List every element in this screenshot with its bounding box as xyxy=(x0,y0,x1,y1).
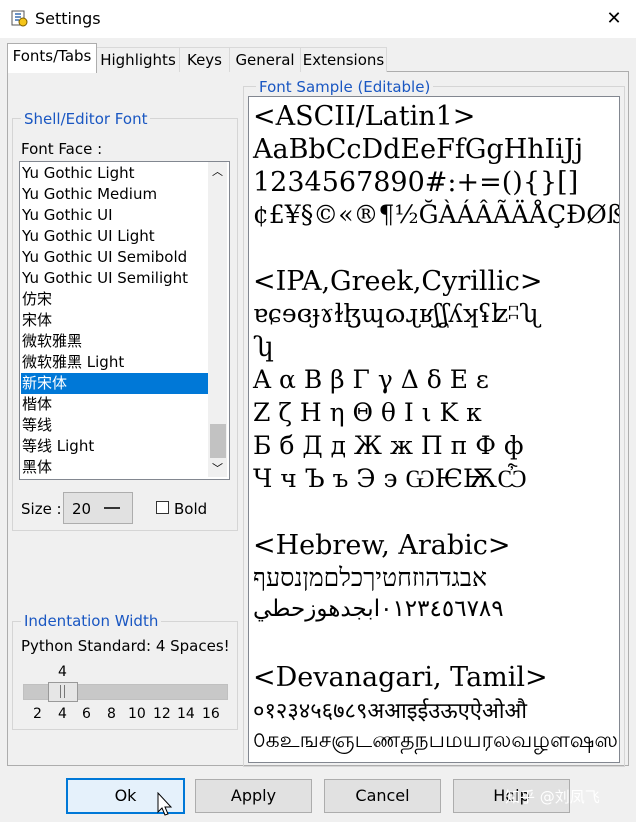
sample-line: Ч ч Ъ ъ Э э ѠѤѬѼ xyxy=(253,464,528,493)
sample-line: ٠١٢٣٤٥٦٧٨٩ابجدهوزحطي xyxy=(253,596,504,622)
indent-note: Python Standard: 4 Spaces! xyxy=(21,637,230,655)
indent-tick-label: 16 xyxy=(202,706,220,722)
sample-line: ௦கஉஙசஞடணதநபமயரலவழளஷஸ xyxy=(253,728,619,753)
indent-tick-label: 8 xyxy=(107,706,116,722)
sample-line: Ζ ζ Η η Θ θ Ι ι Κ κ xyxy=(253,398,482,427)
indent-tick-label: 12 xyxy=(153,706,171,722)
sample-line: Α α Β β Γ γ Δ δ Ε ε xyxy=(253,365,489,394)
sample-line: <Hebrew, Arabic> xyxy=(253,530,511,561)
tab-highlights[interactable]: Highlights xyxy=(96,47,180,72)
font-list-item[interactable]: Yu Gothic UI Light xyxy=(21,226,209,247)
sample-title: Font Sample (Editable) xyxy=(256,78,434,96)
tab-extensions[interactable]: Extensions xyxy=(300,47,387,72)
sample-line: <IPA,Greek,Cyrillic> xyxy=(253,266,543,297)
apply-button[interactable]: Apply xyxy=(195,779,312,813)
sample-line: ¢£¥§©«®¶½ĞÀÁÂÃÄÅÇÐØß xyxy=(253,200,620,229)
font-list-item[interactable]: Yu Gothic Light xyxy=(21,163,209,184)
tab-keys[interactable]: Keys xyxy=(179,47,230,72)
font-list-item[interactable]: Yu Gothic UI Semibold xyxy=(21,247,209,268)
sample-line: ɐɕɘɞɟɤɫɮɰɷɻʁʃʆʎʞʢʫʭʯ xyxy=(253,299,539,328)
indent-slider-thumb[interactable] xyxy=(48,682,78,702)
mouse-cursor-icon xyxy=(157,792,173,816)
size-label: Size : xyxy=(21,500,62,518)
sample-line: אבגדהוזחטיךכלםמןנסעף xyxy=(253,563,487,592)
indent-tick-label: 6 xyxy=(82,706,91,722)
font-list-item[interactable]: 微软雅黑 xyxy=(21,331,209,352)
font-list-item[interactable]: 等线 xyxy=(21,415,209,436)
font-list-item[interactable]: 等线 Light xyxy=(21,436,209,457)
font-sample-text[interactable]: <ASCII/Latin1> AaBbCcDdEeFfGgHhIiJj 1234… xyxy=(248,96,620,763)
font-face-label: Font Face : xyxy=(21,140,103,158)
dropdown-bar-icon xyxy=(104,507,120,509)
font-size-value: 20 xyxy=(72,500,92,518)
sample-line: <ASCII/Latin1> xyxy=(253,101,476,132)
font-list-item-selected[interactable]: 新宋体 xyxy=(21,373,209,394)
python-feather-icon xyxy=(11,10,28,27)
sample-line: AaBbCcDdEeFfGgHhIiJj xyxy=(253,134,584,165)
bold-checkbox[interactable] xyxy=(156,501,169,514)
tab-general[interactable]: General xyxy=(229,47,301,72)
scrollbar-thumb[interactable] xyxy=(210,424,226,458)
indent-tick-label: 4 xyxy=(58,706,67,722)
font-group-title: Shell/Editor Font xyxy=(21,110,151,128)
indent-tick-label: 10 xyxy=(128,706,146,722)
font-list-item[interactable]: 微软雅黑 Light xyxy=(21,352,209,373)
font-list-item[interactable]: 宋体 xyxy=(21,310,209,331)
sample-line: ०१२३४५६७८९अआइईउऊएऐओऔ xyxy=(253,699,527,724)
indent-tick-label: 2 xyxy=(33,706,42,722)
sample-line: <Devanagari, Tamil> xyxy=(253,662,548,693)
cancel-button[interactable]: Cancel xyxy=(324,779,441,813)
scroll-down-icon[interactable]: ﹀ xyxy=(208,460,227,476)
font-list-item[interactable]: 黑体 xyxy=(21,457,209,478)
sample-line: 1234567890#:+=(){}[] xyxy=(253,167,579,198)
sample-line: ʮ xyxy=(253,332,275,363)
font-list-item[interactable]: Yu Gothic Medium xyxy=(21,184,209,205)
scroll-up-icon[interactable]: ︿ xyxy=(208,163,227,179)
indent-group-title: Indentation Width xyxy=(21,612,162,630)
font-list-item[interactable]: 楷体 xyxy=(21,394,209,415)
font-list-item[interactable]: Yu Gothic UI xyxy=(21,205,209,226)
watermark-text: 知乎 @刘凤飞 xyxy=(505,788,600,806)
font-list-item[interactable]: 仿宋 xyxy=(21,289,209,310)
window-title: Settings xyxy=(35,9,101,28)
indent-tick-label: 14 xyxy=(177,706,195,722)
sample-line: Б б Д д Ж ж П п Ф ф xyxy=(253,431,524,460)
font-list-item[interactable]: Yu Gothic UI Semilight xyxy=(21,268,209,289)
font-face-list[interactable]: Yu Gothic Light Yu Gothic Medium Yu Goth… xyxy=(19,161,230,480)
close-icon[interactable]: ✕ xyxy=(600,6,628,32)
indent-current-value: 4 xyxy=(58,664,67,680)
bold-label: Bold xyxy=(174,500,208,518)
tab-fonts-tabs[interactable]: Fonts/Tabs xyxy=(7,43,97,73)
